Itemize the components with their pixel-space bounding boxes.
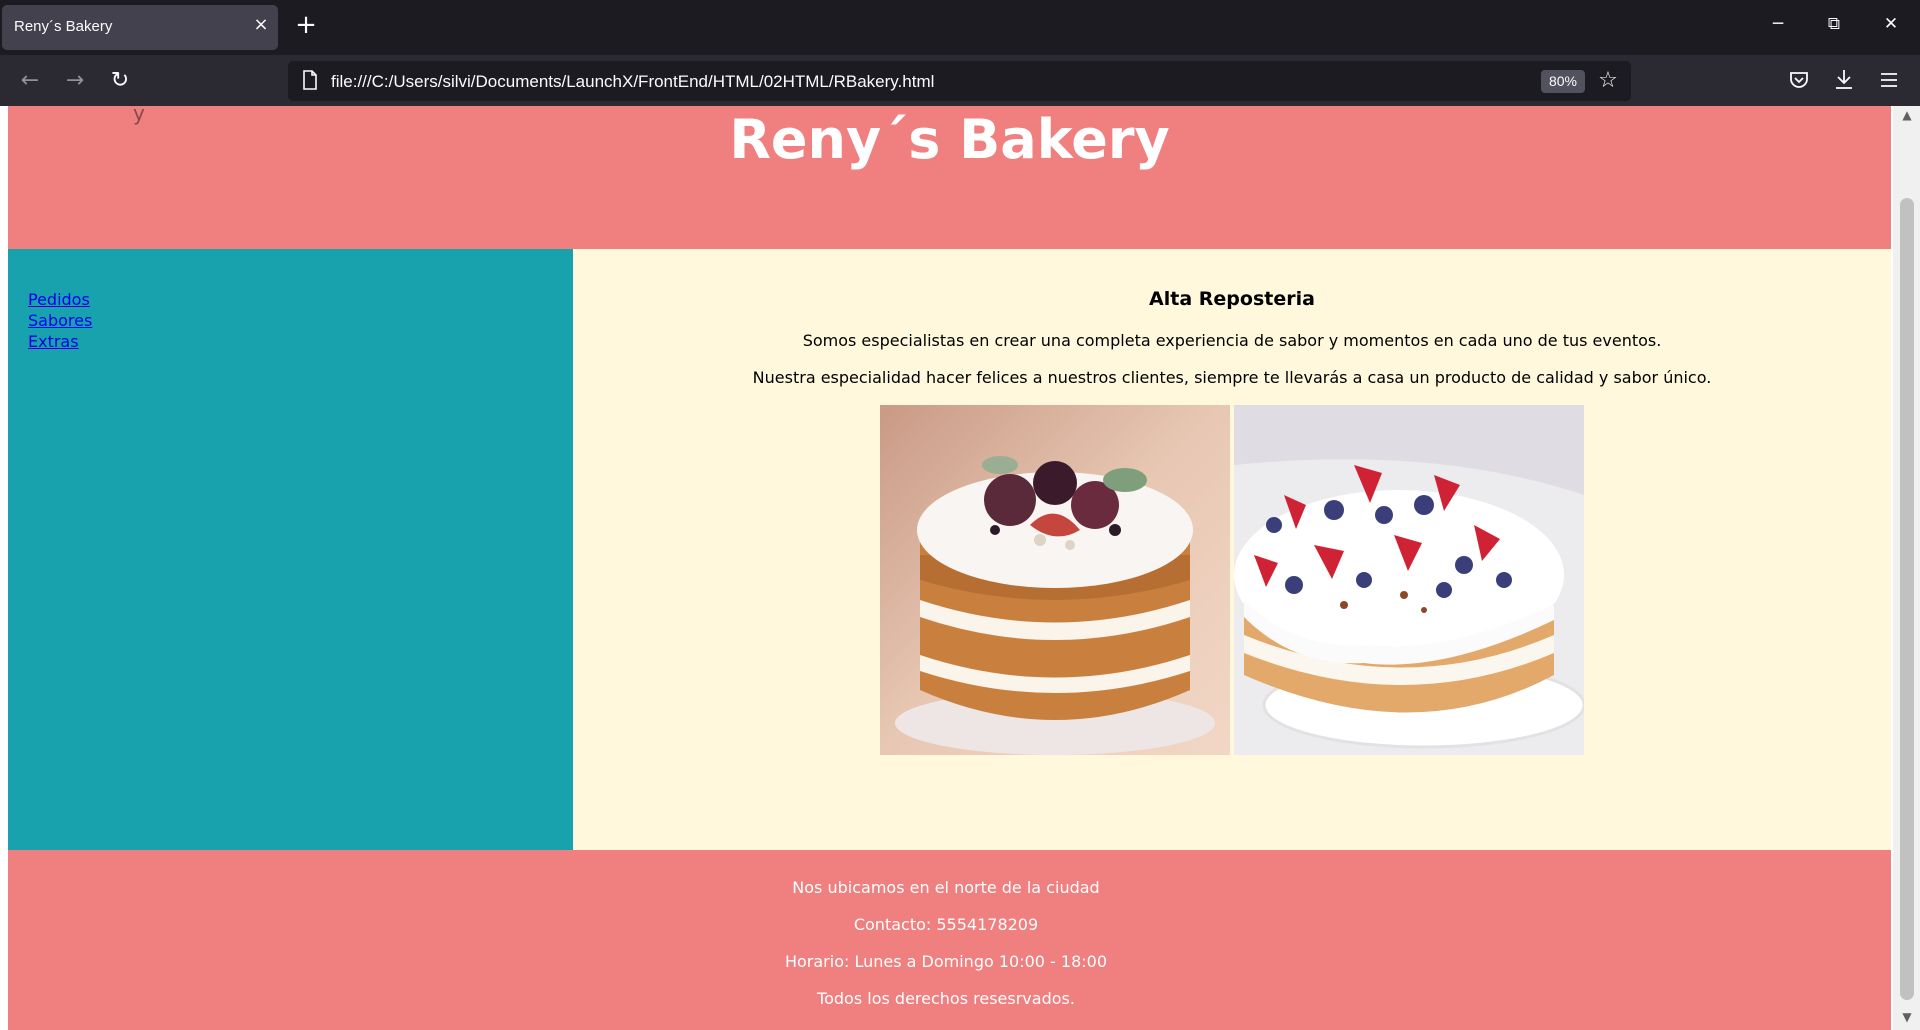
scroll-up-icon[interactable]: ▲ bbox=[1897, 108, 1917, 124]
url-bar[interactable]: file:///C:/Users/silvi/Documents/LaunchX… bbox=[288, 61, 1631, 101]
site-header: y Reny´s Bakery bbox=[8, 106, 1891, 249]
sidebar-nav: Pedidos Sabores Extras bbox=[28, 289, 92, 352]
new-tab-button[interactable]: + bbox=[293, 12, 319, 38]
site-footer: Nos ubicamos en el norte de la ciudad Co… bbox=[8, 850, 1891, 1030]
intro-paragraph: Somos especialistas en crear una complet… bbox=[802, 331, 1662, 350]
main-content: Alta Reposteria Somos especialistas en c… bbox=[573, 249, 1891, 850]
sidebar: Pedidos Sabores Extras bbox=[8, 249, 573, 850]
nav-link-sabores[interactable]: Sabores bbox=[28, 310, 92, 331]
footer-contact: Contacto: 5554178209 bbox=[853, 915, 1039, 934]
reload-button[interactable]: ↻ bbox=[107, 68, 133, 94]
footer-location: Nos ubicamos en el norte de la ciudad bbox=[792, 878, 1100, 897]
url-text[interactable]: file:///C:/Users/silvi/Documents/LaunchX… bbox=[331, 72, 934, 92]
page-icon bbox=[303, 70, 317, 90]
page-viewport: y Reny´s Bakery Pedidos Sabores Extras A… bbox=[0, 106, 1920, 1030]
close-window-button[interactable]: ✕ bbox=[1881, 14, 1901, 34]
specialty-paragraph: Nuestra especialidad hacer felices a nue… bbox=[752, 368, 1712, 387]
active-tab[interactable]: Reny´s Bakery × bbox=[2, 5, 278, 50]
footer-hours: Horario: Lunes a Domingo 10:00 - 18:00 bbox=[784, 952, 1108, 971]
zoom-level-badge[interactable]: 80% bbox=[1541, 70, 1585, 93]
scroll-down-icon[interactable]: ▼ bbox=[1897, 1010, 1917, 1026]
cake-image-figs bbox=[880, 405, 1230, 755]
cake-image-berries bbox=[1234, 405, 1584, 755]
forward-button[interactable]: → bbox=[62, 68, 88, 94]
nav-link-extras[interactable]: Extras bbox=[28, 331, 92, 352]
vertical-scrollbar[interactable]: ▲ ▼ bbox=[1893, 106, 1920, 1030]
site-title: Reny´s Bakery bbox=[729, 108, 1170, 171]
nav-link-pedidos[interactable]: Pedidos bbox=[28, 289, 92, 310]
footer-copyright: Todos los derechos resesrvados. bbox=[817, 989, 1075, 1008]
section-heading: Alta Reposteria bbox=[1149, 288, 1315, 310]
restore-button[interactable]: ⧉ bbox=[1824, 14, 1844, 34]
tab-title: Reny´s Bakery bbox=[14, 18, 113, 35]
pocket-icon[interactable] bbox=[1788, 69, 1810, 91]
scrollbar-thumb[interactable] bbox=[1900, 198, 1914, 1000]
close-tab-icon[interactable]: × bbox=[251, 15, 271, 35]
download-icon[interactable] bbox=[1833, 68, 1855, 92]
tab-bar: Reny´s Bakery × + ─ ⧉ ✕ bbox=[0, 0, 1920, 55]
back-button[interactable]: ← bbox=[17, 68, 43, 94]
menu-icon[interactable] bbox=[1879, 70, 1899, 90]
nav-bar: ← → ↻ file:///C:/Users/silvi/Documents/L… bbox=[0, 55, 1920, 106]
star-icon[interactable]: ☆ bbox=[1595, 68, 1621, 94]
minimize-button[interactable]: ─ bbox=[1768, 14, 1788, 34]
